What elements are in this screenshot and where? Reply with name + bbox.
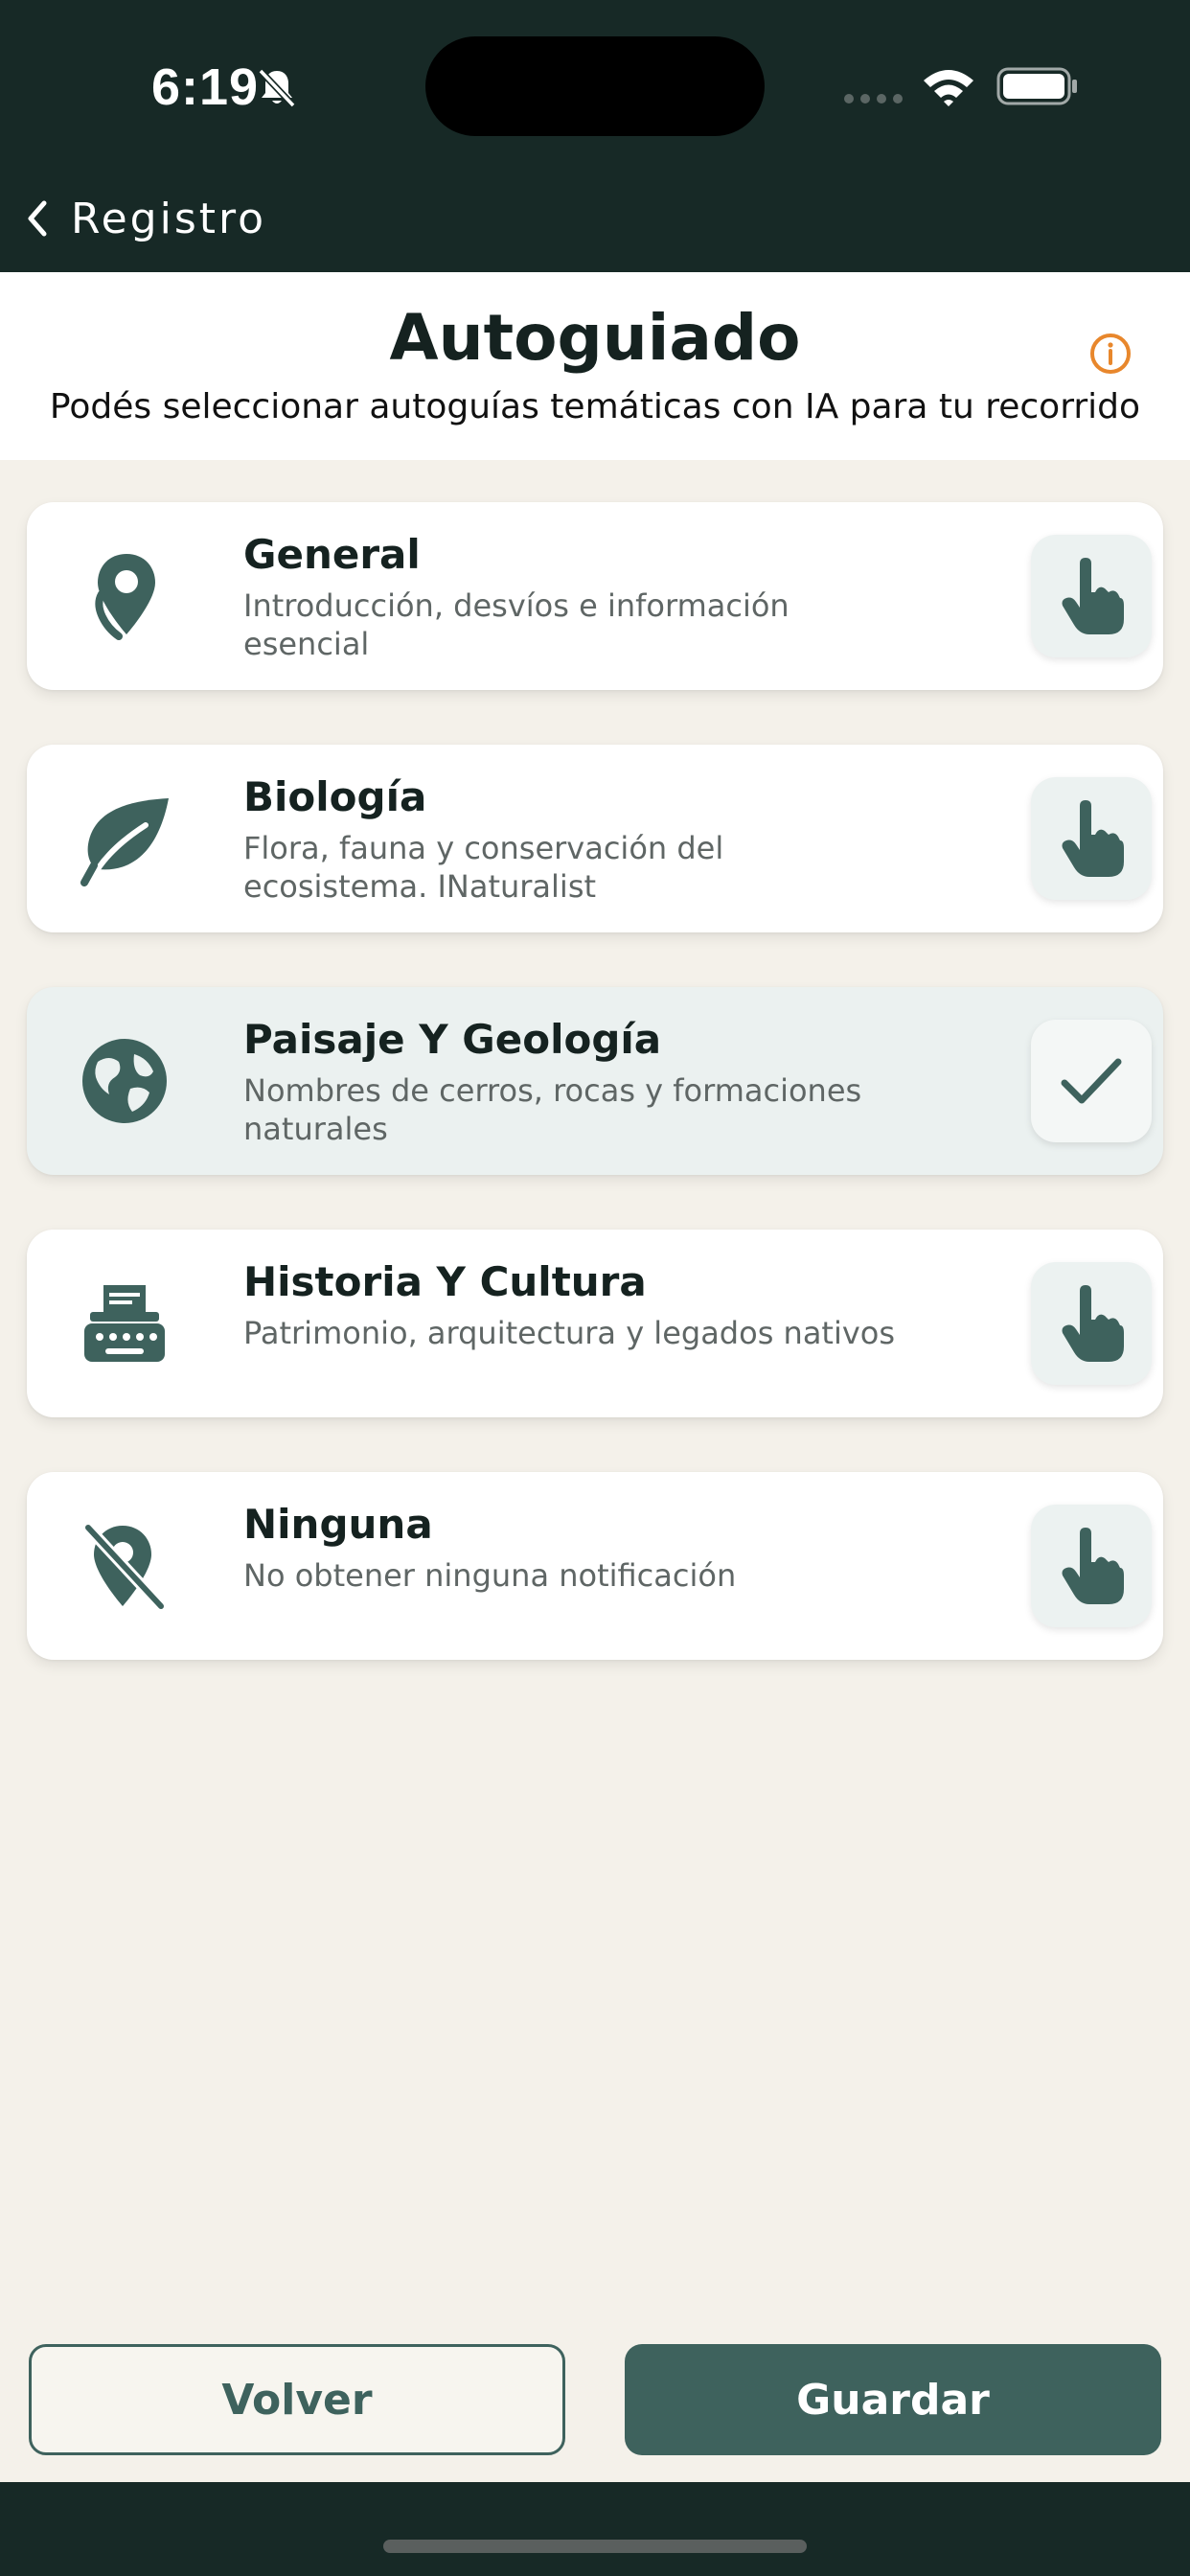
tap-hand-icon (1062, 1528, 1124, 1604)
page-title: Autoguiado (389, 301, 801, 375)
option-title: General (243, 531, 421, 578)
option-title: Biología (243, 773, 427, 820)
map-pin-icon (95, 554, 155, 640)
typewriter-icon (84, 1285, 165, 1362)
battery-icon (996, 67, 1077, 105)
dynamic-island (425, 36, 765, 136)
option-card-historia-cultura[interactable]: Historia Y Cultura Patrimonio, arquitect… (27, 1230, 1163, 1417)
option-description: Patrimonio, arquitectura y legados nativ… (243, 1315, 896, 1351)
map-pin-off-icon (83, 1523, 166, 1611)
select-option-button[interactable] (1031, 777, 1152, 900)
title-section: Autoguiado Podés seleccionar autoguías t… (0, 272, 1190, 460)
guardar-button[interactable]: Guardar (625, 2344, 1161, 2455)
back-nav-label: Registro (71, 194, 267, 243)
tap-hand-icon (1062, 558, 1124, 634)
option-card-paisaje-geologia[interactable]: Paisaje Y Geología Nombres de cerros, ro… (27, 987, 1163, 1175)
page-subtitle: Podés seleccionar autoguías temáticas co… (49, 387, 1141, 426)
select-option-button[interactable] (1031, 1262, 1152, 1385)
volver-button[interactable]: Volver (29, 2344, 565, 2455)
checkmark-icon (1061, 1058, 1122, 1104)
chevron-left-icon (28, 200, 47, 237)
tap-hand-icon (1062, 800, 1124, 877)
bell-muted-icon (258, 68, 296, 108)
status-time: 6:19 (151, 58, 260, 116)
option-description: Introducción, desvíos e información esen… (243, 587, 790, 662)
home-indicator[interactable] (383, 2540, 807, 2553)
back-nav-button[interactable]: Registro (23, 188, 266, 249)
cellular-signal-icon (844, 94, 903, 104)
top-bar: 6:19 Registro (0, 0, 1190, 272)
leaf-icon (80, 798, 169, 886)
select-option-button[interactable] (1031, 1505, 1152, 1627)
wifi-icon (924, 70, 973, 106)
selected-option-button[interactable] (1031, 1020, 1152, 1142)
option-description: Nombres de cerros, rocas y formaciones n… (243, 1072, 862, 1147)
bottom-bar (0, 2482, 1190, 2576)
option-title: Paisaje Y Geología (243, 1016, 662, 1063)
option-card-general[interactable]: General Introducción, desvíos e informac… (27, 502, 1163, 690)
option-title: Ninguna (243, 1501, 433, 1548)
select-option-button[interactable] (1031, 535, 1152, 657)
option-description: No obtener ninguna notificación (243, 1557, 737, 1594)
option-card-biologia[interactable]: Biología Flora, fauna y conservación del… (27, 745, 1163, 932)
option-card-ninguna[interactable]: Ninguna No obtener ninguna notificación (27, 1472, 1163, 1660)
info-icon[interactable] (1088, 332, 1133, 376)
option-title: Historia Y Cultura (243, 1258, 647, 1305)
option-description: Flora, fauna y conservación del ecosiste… (243, 830, 724, 905)
globe-icon (82, 1039, 167, 1123)
tap-hand-icon (1062, 1285, 1124, 1362)
